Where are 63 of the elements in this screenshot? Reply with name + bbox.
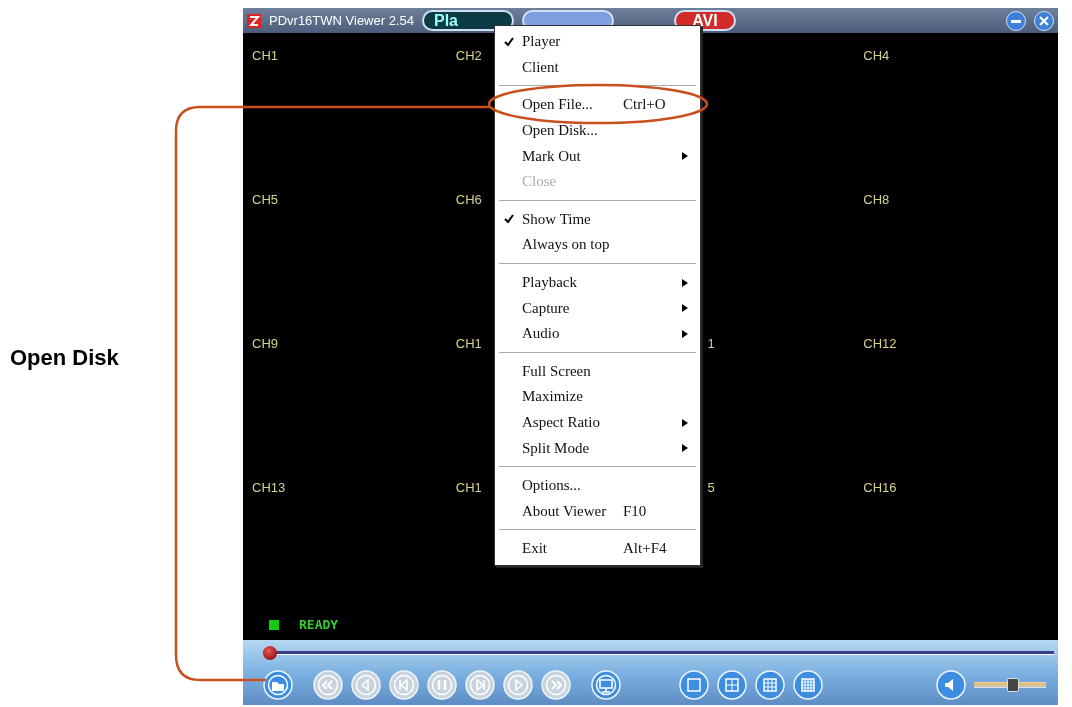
menu-item[interactable]: Audio (495, 320, 700, 347)
menu-item[interactable]: Player (495, 29, 700, 55)
check-icon (503, 36, 514, 47)
submenu-arrow-icon (682, 152, 688, 161)
seek-bar[interactable] (263, 646, 1054, 660)
channel-label: CH12 (863, 336, 897, 351)
menu-item[interactable]: Capture (495, 295, 700, 321)
play-icon[interactable] (503, 670, 533, 700)
rewind-icon[interactable] (313, 670, 343, 700)
status-text: READY (299, 617, 339, 632)
split-layout-icon[interactable] (717, 670, 747, 700)
minimize-icon[interactable] (1006, 10, 1026, 31)
channel-label: CH4 (863, 48, 890, 63)
menu-item[interactable]: Client (495, 54, 700, 81)
submenu-arrow-icon (682, 418, 688, 427)
app-logo-icon (247, 13, 261, 28)
menu-item[interactable]: Playback (495, 269, 700, 296)
check-icon (503, 214, 514, 225)
submenu-arrow-icon (682, 278, 688, 287)
split-layout-icon[interactable] (755, 670, 785, 700)
pause-icon[interactable] (427, 670, 457, 700)
menu-item[interactable]: Split Mode (495, 435, 700, 461)
channel-label: CH1 (455, 480, 482, 495)
status-led-icon (269, 619, 279, 630)
menu-item[interactable]: Maximize (495, 384, 700, 410)
channel-label: 1 (707, 336, 715, 351)
menu-item[interactable]: Always on top (495, 232, 700, 258)
channel-label: 5 (707, 480, 715, 495)
channel-label: CH5 (252, 192, 278, 207)
menu-item[interactable]: Mark Out (495, 143, 700, 169)
frame-forward-icon[interactable] (465, 670, 495, 700)
channel-label: CH6 (455, 192, 482, 207)
split-layout-icon[interactable] (793, 670, 823, 700)
channel-label: CH8 (863, 192, 890, 207)
menu-item[interactable]: Full Screen (495, 358, 700, 385)
speaker-icon[interactable] (936, 670, 966, 700)
frame-back-icon[interactable] (389, 670, 419, 700)
mode-button[interactable]: Pla (422, 10, 514, 31)
step-back-icon[interactable] (351, 670, 381, 700)
submenu-arrow-icon (682, 444, 688, 453)
channel-label: CH13 (252, 480, 286, 495)
channel-label: CH2 (455, 48, 482, 63)
channel-label: CH9 (252, 336, 278, 351)
menu-item[interactable]: Show Time (495, 206, 700, 233)
menu-item[interactable]: Open File... Ctrl+O (495, 92, 700, 118)
close-icon[interactable] (1034, 10, 1054, 31)
open-disk-icon[interactable] (263, 670, 293, 700)
channel-label: CH1 (252, 48, 278, 63)
menu-item[interactable]: Aspect Ratio (495, 409, 700, 436)
channel-label: CH1 (455, 336, 482, 351)
menu-item[interactable]: Exit Alt+F4 (495, 536, 700, 562)
fast-forward-icon[interactable] (541, 670, 571, 700)
seek-thumb[interactable] (263, 646, 277, 660)
volume-thumb[interactable] (1007, 678, 1019, 692)
split-layout-icon[interactable] (679, 670, 709, 700)
window-title: PDvr16TWN Viewer 2.54 (269, 13, 414, 28)
menu-item[interactable]: Options... (495, 472, 700, 499)
submenu-arrow-icon (682, 304, 688, 313)
menu-item[interactable]: About Viewer F10 (495, 498, 700, 525)
callout-label: Open Disk (10, 344, 119, 371)
channel-label: CH16 (863, 480, 897, 495)
menu-item[interactable]: Open Disk... (495, 117, 700, 144)
submenu-arrow-icon (682, 329, 688, 338)
